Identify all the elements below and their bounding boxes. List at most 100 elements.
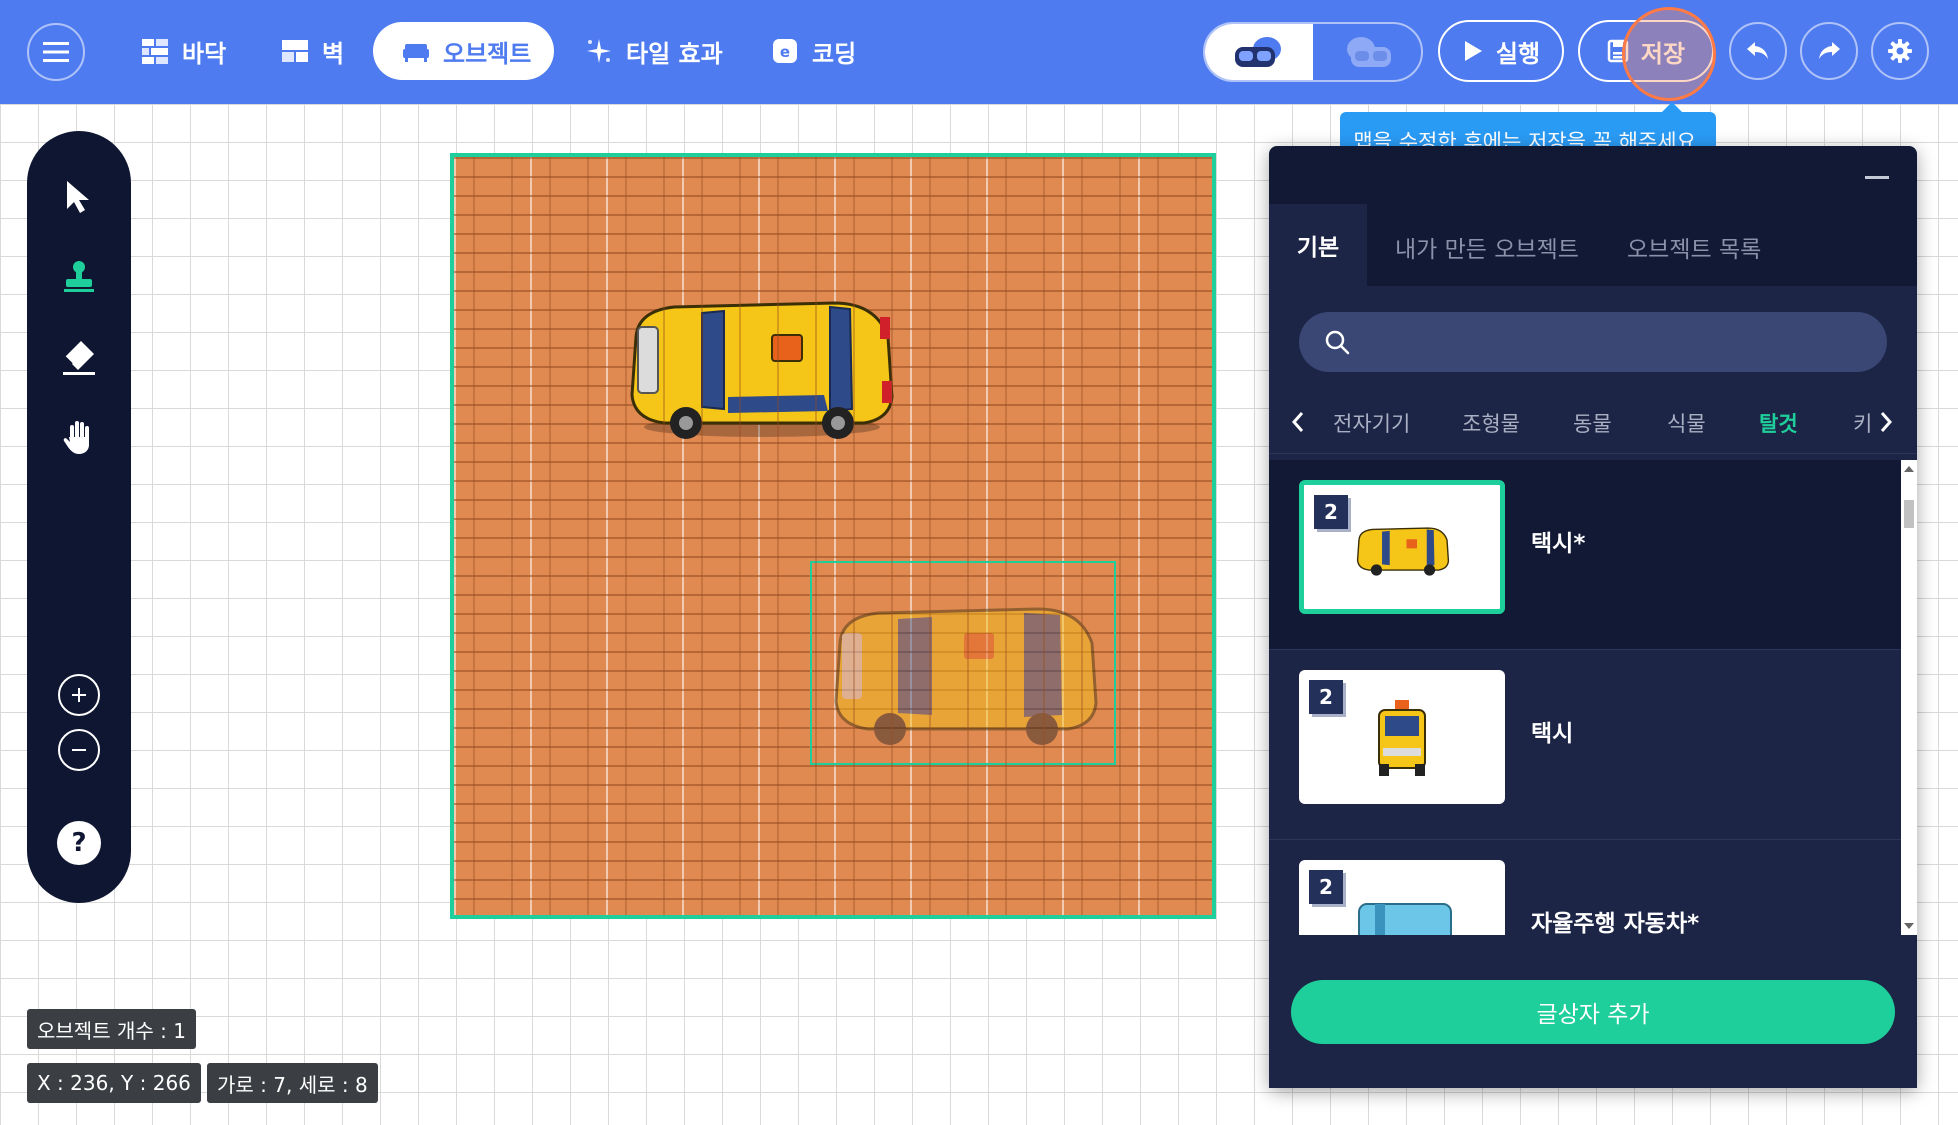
tab-my-objects-label: 내가 만든 오브젝트 (1395, 237, 1579, 263)
item-badge: 2 (1309, 870, 1343, 904)
tab-object-list[interactable]: 오브젝트 목록 (1627, 230, 1761, 264)
eraser-icon (63, 341, 95, 375)
nav-wall-label: 벽 (322, 39, 345, 68)
item-name: 택시 (1531, 721, 1574, 747)
list-item[interactable]: 2 택시 (1269, 650, 1901, 840)
placed-taxi-object[interactable] (624, 277, 900, 443)
coordinates-text: X : 236, Y : 266 (37, 1071, 191, 1095)
placement-preview (810, 561, 1116, 765)
view-toggle[interactable] (1203, 22, 1423, 82)
run-button[interactable]: 실행 (1438, 20, 1564, 82)
item-name: 택시* (1531, 531, 1586, 557)
vr-goggles-icon (1235, 37, 1281, 67)
floor-icon (142, 39, 168, 64)
save-button[interactable]: 저장 (1578, 20, 1714, 82)
nav-tile-effect-label: 타일 효과 (626, 39, 723, 68)
autonomous-car-thumbnail-icon (1358, 903, 1452, 935)
plus-icon (72, 688, 86, 702)
category-sculpture[interactable]: 조형물 (1462, 408, 1520, 438)
undo-button[interactable] (1729, 22, 1787, 80)
menu-button[interactable] (27, 23, 85, 81)
zoom-in-button[interactable] (58, 674, 100, 716)
category-bar: 전자기기 조형물 동물 식물 탈것 키 (1269, 392, 1917, 454)
scroll-down-arrow[interactable] (1904, 923, 1914, 929)
settings-button[interactable] (1871, 22, 1929, 80)
play-icon (1464, 41, 1482, 61)
hamburger-icon (43, 42, 69, 62)
nav-object[interactable]: 오브젝트 (373, 22, 554, 80)
nav-object-label: 오브젝트 (443, 39, 532, 68)
vr-goggles-dim-icon (1347, 37, 1391, 67)
view-3d-button[interactable] (1313, 24, 1421, 80)
scroll-thumb[interactable] (1904, 500, 1914, 528)
category-plant[interactable]: 식물 (1667, 408, 1706, 438)
category-electronics[interactable]: 전자기기 (1333, 408, 1410, 438)
map-canvas[interactable] (450, 153, 1216, 919)
list-item[interactable]: 2 택시* (1269, 460, 1901, 650)
list-item[interactable]: 2 자율주행 자동차* (1269, 840, 1901, 935)
search-input[interactable] (1351, 312, 1887, 372)
svg-text:e: e (780, 43, 790, 61)
top-bar: 바닥 벽 오브젝트 타일 효과 e 코딩 실행 저장 (0, 0, 1958, 104)
minimize-button[interactable] (1865, 176, 1889, 179)
save-icon (1607, 39, 1629, 63)
cursor-arrow-icon (67, 181, 89, 213)
nav-coding-label: 코딩 (812, 39, 857, 68)
tab-object-list-label: 오브젝트 목록 (1627, 237, 1762, 263)
item-thumbnail: 2 (1299, 480, 1505, 614)
category-next-button[interactable] (1877, 410, 1895, 434)
wall-icon (282, 40, 308, 62)
stamp-tool[interactable] (49, 247, 109, 307)
tab-my-objects[interactable]: 내가 만든 오브젝트 (1395, 230, 1579, 264)
sofa-icon (403, 44, 429, 62)
chevron-right-icon (1880, 412, 1893, 432)
item-name: 자율주행 자동차* (1531, 911, 1700, 935)
view-2d-button[interactable] (1205, 24, 1313, 80)
object-count-chip: 오브젝트 개수 : 1 (27, 1009, 196, 1049)
tool-sidebar: ? (27, 131, 131, 903)
category-more[interactable]: 키 (1853, 408, 1872, 438)
scroll-up-arrow[interactable] (1904, 466, 1914, 472)
grid-size-text: 가로 : 7, 세로 : 8 (217, 1072, 368, 1097)
taxi-thumbnail-icon (1356, 527, 1450, 576)
select-tool[interactable] (49, 167, 109, 227)
nav-tile-effect[interactable]: 타일 효과 (556, 22, 751, 80)
grid-size-chip: 가로 : 7, 세로 : 8 (207, 1063, 378, 1103)
redo-button[interactable] (1800, 22, 1858, 80)
item-badge: 2 (1309, 680, 1343, 714)
help-button[interactable]: ? (57, 821, 101, 865)
gear-icon (1888, 39, 1912, 63)
category-vehicle[interactable]: 탈것 (1759, 408, 1798, 438)
item-thumbnail: 2 (1299, 670, 1505, 804)
save-button-label: 저장 (1640, 39, 1686, 68)
panel-tabs: 기본 내가 만든 오브젝트 오브젝트 목록 (1269, 204, 1917, 286)
nav-wall[interactable]: 벽 (252, 22, 372, 80)
minus-icon (72, 749, 86, 751)
list-scrollbar[interactable] (1901, 460, 1917, 935)
nav-coding[interactable]: e 코딩 (742, 22, 884, 80)
code-icon: e (773, 39, 797, 63)
undo-icon (1747, 42, 1768, 59)
eraser-tool[interactable] (49, 327, 109, 387)
category-animal[interactable]: 동물 (1573, 408, 1612, 438)
search-box[interactable] (1299, 312, 1887, 372)
tab-basic[interactable]: 기본 (1269, 204, 1367, 286)
add-textbox-label: 글상자 추가 (1536, 1002, 1650, 1028)
chevron-left-icon (1291, 412, 1304, 432)
zoom-out-button[interactable] (58, 729, 100, 771)
category-prev-button[interactable] (1289, 410, 1307, 434)
coordinates-chip: X : 236, Y : 266 (27, 1063, 201, 1103)
ghost-taxi-preview (834, 607, 1098, 745)
run-button-label: 실행 (1495, 39, 1541, 68)
add-textbox-button[interactable]: 글상자 추가 (1291, 980, 1895, 1044)
hand-icon (63, 421, 89, 454)
object-count-text: 오브젝트 개수 : 1 (37, 1018, 186, 1043)
taxi-front-thumbnail-icon (1378, 700, 1426, 776)
nav-floor[interactable]: 바닥 (112, 22, 254, 80)
sparkle-icon (587, 39, 611, 63)
object-list: 2 택시* 2 택시 2 자율주행 자동차* (1269, 460, 1901, 935)
hand-tool[interactable] (49, 407, 109, 467)
search-icon (1325, 330, 1350, 355)
redo-icon (1819, 42, 1840, 59)
nav-floor-label: 바닥 (182, 39, 227, 68)
